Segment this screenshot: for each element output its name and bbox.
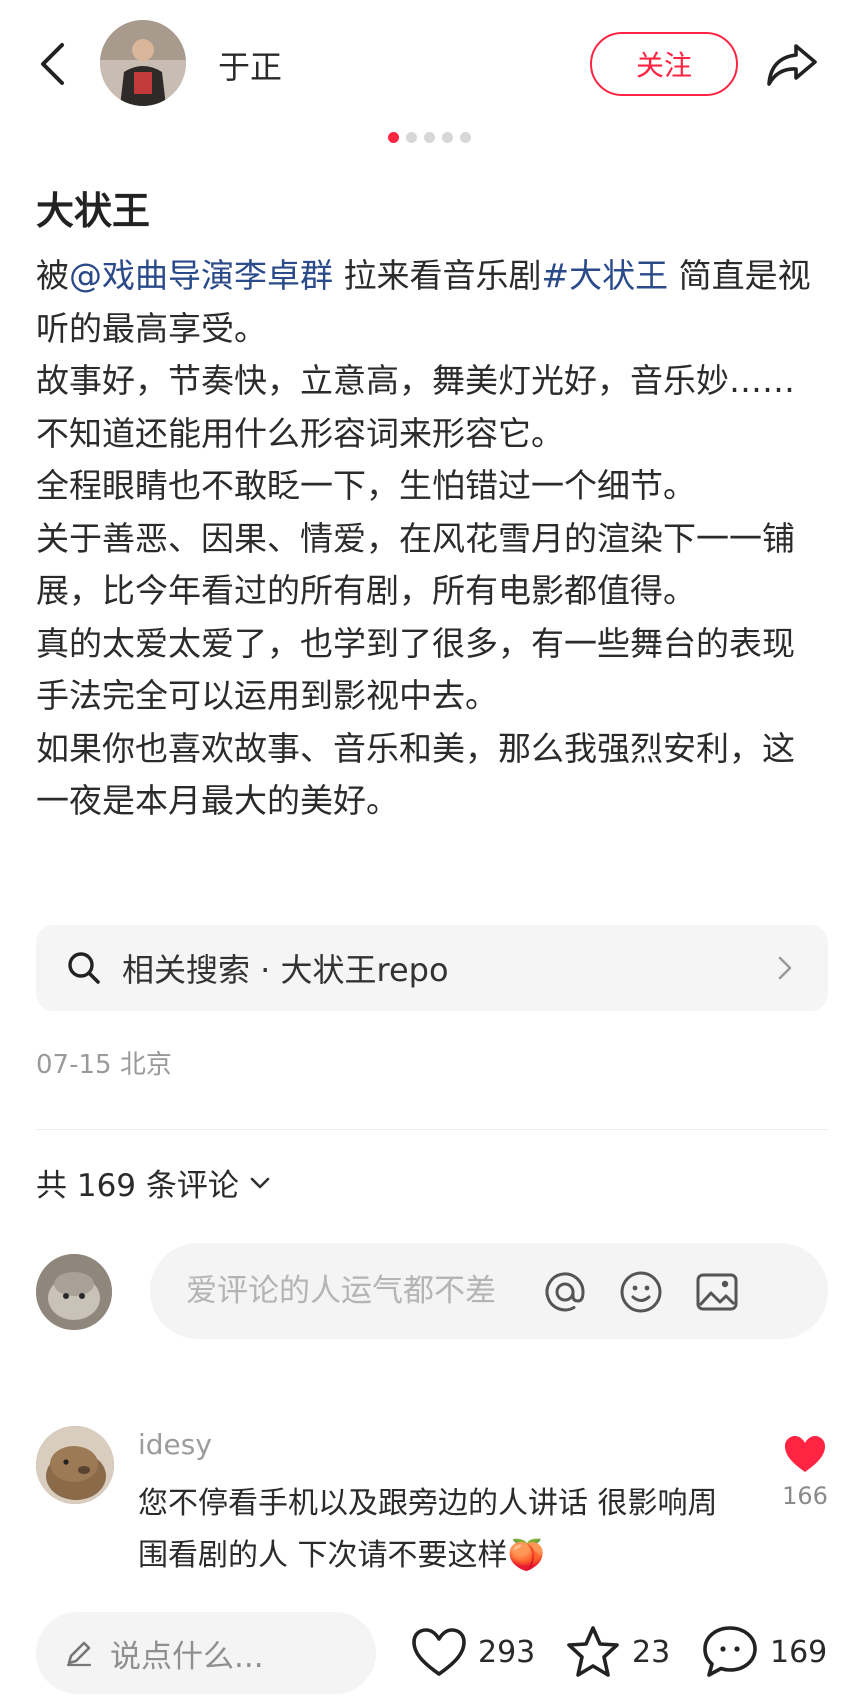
my-avatar: [36, 1254, 112, 1330]
back-button[interactable]: [32, 40, 72, 88]
post-text: 被: [36, 256, 69, 295]
comment-sort-toggle[interactable]: 共 169 条评论: [36, 1160, 271, 1205]
post-paragraph: 关于善恶、因果、情爱，在风花雪月的渲染下一一铺展，比今年看过的所有剧，所有电影都…: [36, 518, 795, 611]
image-pager-dots: [388, 132, 471, 143]
post-meta: 07-15 北京: [36, 1050, 172, 1080]
at-icon: [545, 1272, 585, 1312]
follow-button[interactable]: 关注: [590, 32, 738, 96]
related-search-label: 相关搜索 · 大状王repo: [122, 951, 449, 989]
smiley-icon: [620, 1271, 662, 1313]
chevron-down-icon: [250, 1177, 270, 1188]
like-button[interactable]: 293: [410, 1614, 535, 1690]
pencil-icon: [62, 1636, 96, 1670]
pager-dot: [460, 132, 471, 143]
emoji-button[interactable]: [616, 1267, 666, 1317]
post-paragraph: 如果你也喜欢故事、音乐和美，那么我强烈安利，这一夜是本月最大的美好。: [36, 728, 795, 821]
image-icon: [696, 1273, 738, 1311]
bottom-input-placeholder: 说点什么...: [110, 1638, 264, 1675]
post-paragraph: 真的太爱太爱了，也学到了很多，有一些舞台的表现手法完全可以运用到影视中去。: [36, 623, 795, 716]
search-icon: [64, 948, 104, 988]
related-search-bar[interactable]: 相关搜索 · 大状王repo: [36, 925, 828, 1011]
post-paragraph: 故事好，节奏快，立意高，舞美灯光好，音乐妙……不知道还能用什么形容词来形容它。: [36, 361, 795, 453]
chat-bubble-icon: [703, 1626, 757, 1677]
comment-total: 169: [770, 1634, 828, 1670]
like-count: 293: [478, 1634, 536, 1670]
hashtag-link[interactable]: #大状王: [542, 256, 669, 295]
author-name[interactable]: 于正: [218, 42, 282, 88]
commenter-username[interactable]: idesy: [138, 1428, 212, 1461]
comment-like-count: 166: [782, 1482, 828, 1510]
favorite-button[interactable]: 23: [564, 1614, 670, 1690]
comment-body: 您不停看手机以及跟旁边的人讲话 很影响周围看剧的人 下次请不要这样: [138, 1486, 718, 1573]
share-icon: [767, 44, 817, 86]
image-button[interactable]: [692, 1267, 742, 1317]
heart-filled-icon: [785, 1436, 825, 1472]
comment-like-button[interactable]: 166: [778, 1434, 832, 1510]
bottom-comment-input[interactable]: 说点什么...: [36, 1612, 376, 1694]
share-button[interactable]: [762, 38, 822, 92]
commenter-avatar[interactable]: [36, 1426, 114, 1504]
post-title: 大状王: [36, 189, 151, 233]
peach-emoji: 🍑: [507, 1538, 545, 1573]
mention-link[interactable]: @戏曲导演李卓群: [69, 256, 333, 295]
post-text: 拉来看音乐剧: [333, 256, 542, 295]
pager-dot-active: [388, 132, 399, 143]
post-body: 被@戏曲导演李卓群 拉来看音乐剧#大状王 简直是视听的最高享受。 故事好，节奏快…: [36, 250, 826, 828]
comment-input[interactable]: [186, 1263, 566, 1319]
comment-button[interactable]: 169: [700, 1614, 827, 1690]
chevron-left-icon: [41, 43, 64, 85]
post-paragraph: 被@戏曲导演李卓群 拉来看音乐剧#大状王 简直是视听的最高享受。: [36, 250, 826, 355]
heart-icon: [412, 1628, 466, 1676]
pager-dot: [442, 132, 453, 143]
post-paragraph: 全程眼睛也不敢眨一下，生怕错过一个细节。: [36, 466, 696, 505]
comment-text: 您不停看手机以及跟旁边的人讲话 很影响周围看剧的人 下次请不要这样🍑: [138, 1478, 738, 1582]
comment-count-label: 共 169 条评论: [36, 1168, 239, 1204]
divider: [36, 1129, 828, 1130]
at-mention-button[interactable]: [540, 1267, 590, 1317]
pager-dot: [406, 132, 417, 143]
pager-dot: [424, 132, 435, 143]
favorite-count: 23: [632, 1634, 671, 1670]
author-avatar[interactable]: [100, 20, 186, 106]
star-icon: [567, 1626, 619, 1677]
comment-input-box[interactable]: [150, 1243, 828, 1339]
chevron-right-icon: [778, 954, 798, 982]
top-bar: 于正 关注: [0, 0, 864, 125]
